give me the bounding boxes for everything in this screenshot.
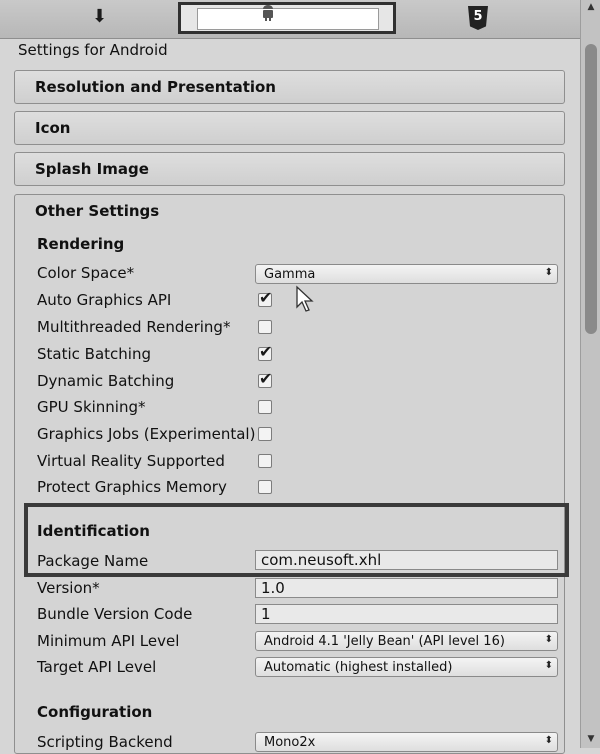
dynamic-batching-label: Dynamic Batching <box>37 372 175 390</box>
color-space-value: Gamma <box>264 267 316 282</box>
target-api-level-value: Automatic (highest installed) <box>264 660 453 675</box>
section-splash-image[interactable]: Splash Image <box>14 152 565 186</box>
rendering-heading: Rendering <box>37 235 125 253</box>
virtual-reality-supported-label: Virtual Reality Supported <box>37 452 225 470</box>
tab-android-highlight <box>197 8 379 30</box>
html5-icon[interactable]: 5 <box>468 6 488 30</box>
static-batching-checkbox[interactable]: ✔ <box>258 342 272 361</box>
checkmark-icon: ✔ <box>259 342 273 361</box>
graphics-jobs-label: Graphics Jobs (Experimental)* <box>37 425 255 443</box>
checkmark-icon: ✔ <box>259 369 273 388</box>
dropdown-arrow-icon: ⬍ <box>544 660 553 671</box>
protect-graphics-memory-label: Protect Graphics Memory <box>37 478 227 496</box>
minimum-api-level-value: Android 4.1 'Jelly Bean' (API level 16) <box>264 634 505 649</box>
auto-graphics-api-checkbox[interactable]: ✔ <box>258 288 272 307</box>
bundle-version-code-field[interactable]: 1 <box>255 604 558 624</box>
multithreaded-rendering-checkbox[interactable] <box>258 320 272 334</box>
checkmark-icon: ✔ <box>259 288 273 307</box>
color-space-dropdown[interactable]: Gamma ⬍ <box>255 264 558 284</box>
gpu-skinning-checkbox[interactable] <box>258 400 272 414</box>
configuration-heading: Configuration <box>37 703 153 721</box>
gpu-skinning-label: GPU Skinning* <box>37 398 146 416</box>
protect-graphics-memory-checkbox[interactable] <box>258 480 272 494</box>
minimum-api-level-dropdown[interactable]: Android 4.1 'Jelly Bean' (API level 16) … <box>255 631 558 651</box>
download-arrow-icon[interactable]: ⬇ <box>92 6 107 28</box>
target-api-level-dropdown[interactable]: Automatic (highest installed) ⬍ <box>255 657 558 677</box>
minimum-api-level-label: Minimum API Level <box>37 632 180 650</box>
section-title: Resolution and Presentation <box>35 78 276 96</box>
color-space-label: Color Space* <box>37 264 135 282</box>
section-title: Icon <box>35 119 71 137</box>
scroll-down-arrow-icon[interactable]: ▼ <box>581 734 600 744</box>
scroll-up-arrow-icon[interactable]: ▲ <box>581 2 600 12</box>
section-title: Splash Image <box>35 160 149 178</box>
version-value: 1.0 <box>261 579 285 597</box>
platform-tab-bar: ⬇ 5 <box>0 0 600 39</box>
scroll-thumb[interactable] <box>585 44 597 334</box>
graphics-jobs-checkbox[interactable] <box>258 427 272 441</box>
dropdown-arrow-icon: ⬍ <box>544 735 553 746</box>
section-icon[interactable]: Icon <box>14 111 565 145</box>
auto-graphics-api-label: Auto Graphics API <box>37 291 172 309</box>
version-label: Version* <box>37 579 100 597</box>
static-batching-label: Static Batching <box>37 345 151 363</box>
bundle-version-code-value: 1 <box>261 605 271 623</box>
vertical-scrollbar[interactable]: ▲ ▼ <box>580 0 600 748</box>
dropdown-arrow-icon: ⬍ <box>544 634 553 645</box>
section-title[interactable]: Other Settings <box>35 202 159 220</box>
mouse-pointer-icon <box>296 285 314 312</box>
page-title: Settings for Android <box>18 41 168 59</box>
multithreaded-rendering-label: Multithreaded Rendering* <box>37 318 231 336</box>
virtual-reality-supported-checkbox[interactable] <box>258 454 272 468</box>
tab-android[interactable] <box>178 2 396 34</box>
section-resolution-presentation[interactable]: Resolution and Presentation <box>14 70 565 104</box>
dynamic-batching-checkbox[interactable]: ✔ <box>258 369 272 388</box>
scripting-backend-dropdown[interactable]: Mono2x ⬍ <box>255 732 558 752</box>
target-api-level-label: Target API Level <box>37 658 157 676</box>
identification-highlight-box <box>24 503 569 577</box>
bundle-version-code-label: Bundle Version Code <box>37 605 193 623</box>
version-field[interactable]: 1.0 <box>255 578 558 598</box>
android-icon <box>261 5 275 27</box>
scripting-backend-label: Scripting Backend <box>37 733 173 751</box>
dropdown-arrow-icon: ⬍ <box>544 267 553 278</box>
